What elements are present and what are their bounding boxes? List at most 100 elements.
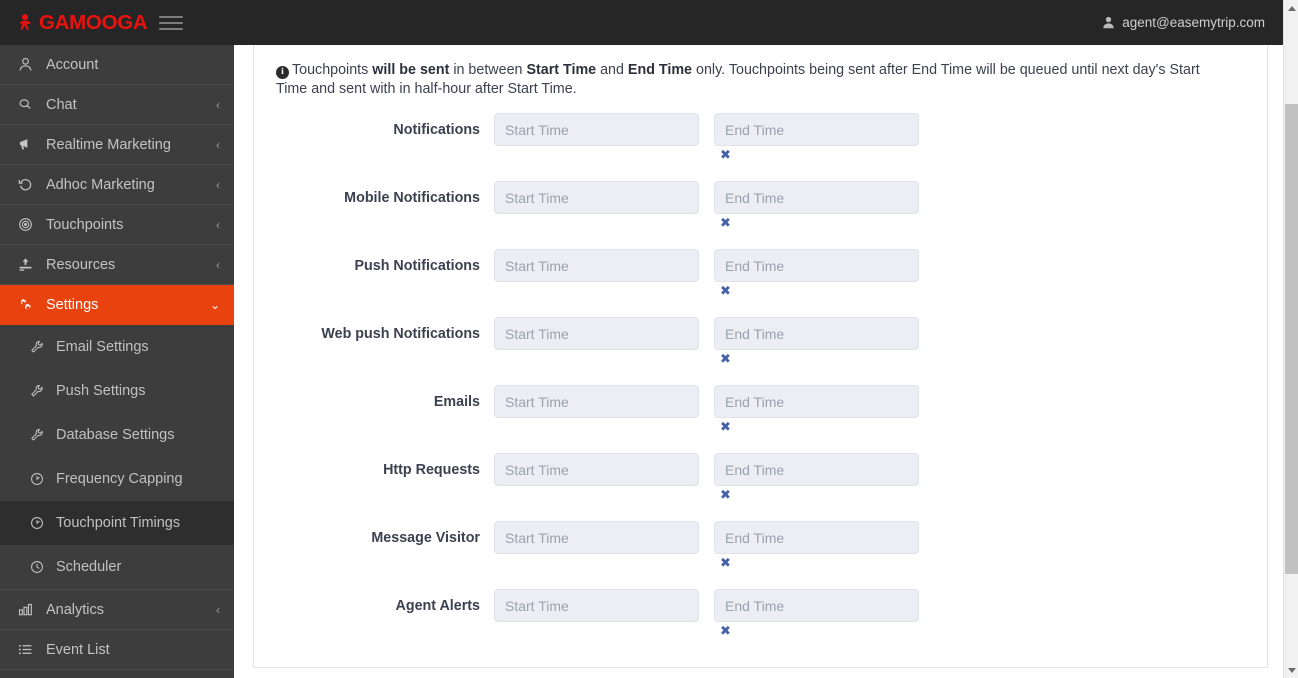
timing-row: Emails ✖: [254, 385, 1267, 453]
clear-x-icon[interactable]: ✖: [720, 557, 731, 570]
sidebar-subitem-scheduler[interactable]: Scheduler: [0, 545, 234, 589]
end-time-input[interactable]: [714, 249, 919, 282]
end-time-input[interactable]: [714, 453, 919, 486]
start-time-input[interactable]: [494, 181, 699, 214]
hamburger-icon[interactable]: [159, 12, 185, 34]
brand-zone: GAMOOGA: [0, 0, 234, 45]
clock-arrow-icon: [30, 472, 50, 486]
timing-row: Agent Alerts ✖: [254, 589, 1267, 657]
end-time-input[interactable]: [714, 317, 919, 350]
scroll-up-arrow-icon[interactable]: [1284, 0, 1298, 16]
sidebar-item-label: Settings: [46, 296, 99, 313]
sidebar-item-label: Adhoc Marketing: [46, 176, 155, 193]
clear-x-icon[interactable]: ✖: [720, 285, 731, 298]
sidebar-subitem-label: Push Settings: [56, 383, 146, 399]
end-time-input[interactable]: [714, 181, 919, 214]
sidebar-subitem-label: Frequency Capping: [56, 471, 183, 487]
start-time-input[interactable]: [494, 113, 699, 146]
sidebar-item-adhoc-marketing[interactable]: Adhoc Marketing ‹: [0, 165, 234, 205]
clear-x-icon[interactable]: ✖: [720, 217, 731, 230]
end-time-input[interactable]: [714, 385, 919, 418]
history-icon: [18, 177, 40, 192]
start-time-input[interactable]: [494, 521, 699, 554]
sidebar-subitem-database-settings[interactable]: Database Settings: [0, 413, 234, 457]
start-time-input[interactable]: [494, 249, 699, 282]
hamburger-bar: [159, 21, 184, 24]
brand-text[interactable]: GAMOOGA: [39, 11, 148, 35]
end-time-input[interactable]: [714, 113, 919, 146]
sidebar-subitem-label: Email Settings: [56, 339, 149, 355]
end-time-input[interactable]: [714, 589, 919, 622]
list-icon: [18, 642, 40, 657]
sidebar-subitem-touchpoint-timings[interactable]: Touchpoint Timings: [0, 501, 234, 545]
end-time-cell: ✖: [714, 385, 919, 434]
timing-row-label: Mobile Notifications: [344, 190, 480, 206]
scroll-down-arrow-icon[interactable]: [1284, 662, 1298, 678]
timing-row: Mobile Notifications ✖: [254, 181, 1267, 249]
user-email-label: agent@easemytrip.com: [1122, 15, 1265, 30]
clear-x-icon[interactable]: ✖: [720, 421, 731, 434]
sidebar-subitem-email-settings[interactable]: Email Settings: [0, 325, 234, 369]
content-panel: i Touchpoints will be sent in between Sta…: [253, 45, 1268, 668]
clock-icon: [30, 560, 50, 574]
app-root: GAMOOGA agent@easemytrip.com Account Chat…: [0, 0, 1298, 678]
chevron-left-icon: ‹: [216, 177, 220, 192]
scrollbar-thumb[interactable]: [1285, 104, 1298, 574]
end-time-cell: ✖: [714, 521, 919, 570]
gears-icon: [18, 297, 40, 313]
sidebar-item-analytics[interactable]: Analytics ‹: [0, 590, 234, 630]
start-time-cell: [494, 249, 699, 282]
hamburger-bar: [159, 15, 184, 18]
page-scrollbar[interactable]: [1283, 0, 1298, 678]
start-time-cell: [494, 113, 699, 146]
sidebar-item-label: Event List: [46, 641, 110, 658]
bar-chart-icon: [18, 602, 40, 617]
chevron-left-icon: ‹: [216, 217, 220, 232]
chevron-left-icon: ‹: [216, 97, 220, 112]
clear-x-icon[interactable]: ✖: [720, 489, 731, 502]
chevron-left-icon: ‹: [216, 257, 220, 272]
clear-x-icon[interactable]: ✖: [720, 149, 731, 162]
start-time-input[interactable]: [494, 385, 699, 418]
touchpoint-timings-form: Notifications✖Mobile Notifications✖Push …: [254, 99, 1267, 657]
end-time-cell: ✖: [714, 181, 919, 230]
settings-submenu: Email Settings Push Settings Database Sett…: [0, 325, 234, 590]
sidebar-item-label: Resources: [46, 256, 116, 273]
topbar-user-area[interactable]: agent@easemytrip.com: [1102, 15, 1283, 30]
chevron-left-icon: ‹: [216, 137, 220, 152]
content-area: i Touchpoints will be sent in between Sta…: [234, 45, 1283, 678]
start-time-input[interactable]: [494, 317, 699, 350]
target-icon: [18, 217, 40, 232]
clear-x-icon[interactable]: ✖: [720, 625, 731, 638]
chevron-left-icon: ‹: [216, 602, 220, 617]
banner-text-2: in between: [449, 62, 527, 78]
sidebar-item-realtime-marketing[interactable]: Realtime Marketing ‹: [0, 125, 234, 165]
start-time-cell: [494, 181, 699, 214]
wrench-icon: [30, 428, 50, 442]
clock-arrow-icon: [30, 516, 50, 530]
timing-row-label: Push Notifications: [354, 258, 480, 274]
end-time-cell: ✖: [714, 249, 919, 298]
sidebar-subitem-push-settings[interactable]: Push Settings: [0, 369, 234, 413]
start-time-input[interactable]: [494, 589, 699, 622]
start-time-input[interactable]: [494, 453, 699, 486]
sidebar-item-settings[interactable]: Settings ⌄: [0, 285, 234, 325]
timing-row-label: Emails: [433, 394, 480, 410]
sidebar-item-chat[interactable]: Chat ‹: [0, 85, 234, 125]
sidebar-item-touchpoints[interactable]: Touchpoints ‹: [0, 205, 234, 245]
end-time-input[interactable]: [714, 521, 919, 554]
sidebar-subitem-label: Touchpoint Timings: [56, 515, 181, 531]
sidebar-subitem-frequency-capping[interactable]: Frequency Capping: [0, 457, 234, 501]
clear-x-icon[interactable]: ✖: [720, 353, 731, 366]
sidebar-item-event-list[interactable]: Event List: [0, 630, 234, 670]
sidebar-item-label: Analytics: [46, 601, 105, 618]
wrench-icon: [30, 340, 50, 354]
info-banner: i Touchpoints will be sent in between Sta…: [254, 45, 1239, 99]
chat-icon: [18, 97, 40, 112]
sidebar-item-account[interactable]: Account: [0, 45, 234, 85]
timing-row-label: Http Requests: [383, 462, 480, 478]
upload-icon: [18, 257, 40, 272]
sidebar-item-resources[interactable]: Resources ‹: [0, 245, 234, 285]
banner-text-1: Touchpoints: [292, 62, 373, 78]
start-time-cell: [494, 385, 699, 418]
